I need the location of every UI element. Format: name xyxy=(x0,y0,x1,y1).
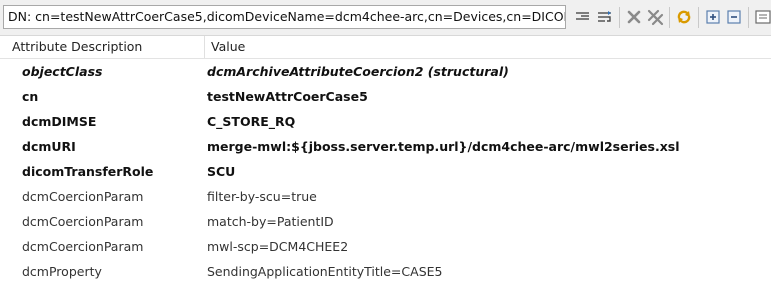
expand-all-icon[interactable] xyxy=(704,8,722,26)
new-entry-icon[interactable] xyxy=(754,8,771,26)
attribute-description-cell: cn xyxy=(22,89,39,104)
attribute-description-cell: dcmCoercionParam xyxy=(22,189,144,204)
table-row[interactable]: dcmCoercionParam match-by=PatientID xyxy=(0,209,771,234)
column-separator[interactable] xyxy=(204,36,205,58)
delete-icon[interactable] xyxy=(625,8,643,26)
attribute-value-cell: C_STORE_RQ xyxy=(207,114,296,129)
attribute-value-cell: dcmArchiveAttributeCoercion2 (structural… xyxy=(207,64,509,79)
align-right-icon[interactable] xyxy=(574,8,592,26)
table-row[interactable]: dcmProperty SendingApplicationEntityTitle… xyxy=(0,259,771,284)
attribute-value-cell: testNewAttrCoerCase5 xyxy=(207,89,368,104)
attribute-description-cell: dcmCoercionParam xyxy=(22,214,144,229)
dn-field[interactable]: DN: cn=testNewAttrCoerCase5,dicomDeviceN… xyxy=(3,5,566,29)
attribute-description-cell: dicomTransferRole xyxy=(22,164,154,179)
toolbar-separator xyxy=(748,7,749,28)
table-body: objectClass dcmArchiveAttributeCoercion2 … xyxy=(0,59,771,284)
attributes-table: Attribute Description Value objectClass d… xyxy=(0,36,771,284)
attribute-value-cell: SendingApplicationEntityTitle=CASE5 xyxy=(207,264,443,279)
attribute-description-cell: dcmDIMSE xyxy=(22,114,97,129)
delete-all-icon[interactable] xyxy=(646,8,664,26)
table-row[interactable]: dcmURI merge-mwl:${jboss.server.temp.url}… xyxy=(0,134,771,159)
toolbar-separator xyxy=(669,7,670,28)
attribute-value-cell: mwl-scp=DCM4CHEE2 xyxy=(207,239,349,254)
table-row[interactable]: dcmCoercionParam mwl-scp=DCM4CHEE2 xyxy=(0,234,771,259)
attribute-description-cell: dcmURI xyxy=(22,139,76,154)
attribute-value-cell: merge-mwl:${jboss.server.temp.url}/dcm4c… xyxy=(207,139,680,154)
toolbar-separator xyxy=(619,7,620,28)
toolbar: DN: cn=testNewAttrCoerCase5,dicomDeviceN… xyxy=(0,0,771,36)
column-header-attribute-description[interactable]: Attribute Description xyxy=(12,39,142,54)
table-row[interactable]: dicomTransferRole SCU xyxy=(0,159,771,184)
table-row[interactable]: cn testNewAttrCoerCase5 xyxy=(0,84,771,109)
collapse-all-icon[interactable] xyxy=(725,8,743,26)
attribute-description-cell: dcmCoercionParam xyxy=(22,239,144,254)
table-row[interactable]: dcmDIMSE C_STORE_RQ xyxy=(0,109,771,134)
attribute-value-cell: SCU xyxy=(207,164,236,179)
attribute-description-cell: dcmProperty xyxy=(22,264,102,279)
attribute-description-cell: objectClass xyxy=(22,64,103,79)
table-row[interactable]: dcmCoercionParam filter-by-scu=true xyxy=(0,184,771,209)
attribute-value-cell: filter-by-scu=true xyxy=(207,189,317,204)
table-header: Attribute Description Value xyxy=(0,36,771,59)
wrap-text-icon[interactable] xyxy=(596,8,614,26)
attribute-value-cell: match-by=PatientID xyxy=(207,214,334,229)
refresh-icon[interactable] xyxy=(675,8,693,26)
column-header-value[interactable]: Value xyxy=(211,39,245,54)
table-row[interactable]: objectClass dcmArchiveAttributeCoercion2 … xyxy=(0,59,771,84)
toolbar-separator xyxy=(698,7,699,28)
